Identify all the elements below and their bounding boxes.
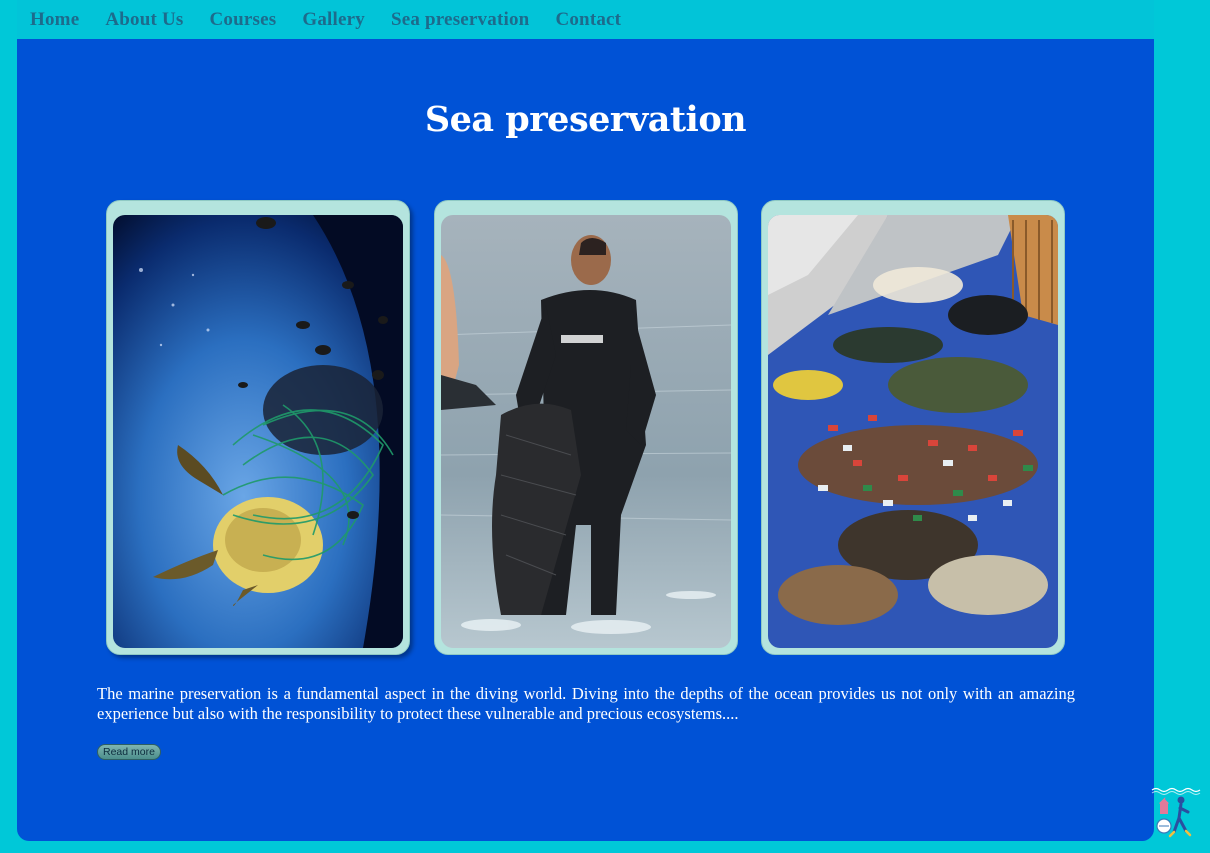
nav-about-us[interactable]: About Us — [105, 9, 183, 31]
preservation-paragraph: The marine preservation is a fundamental… — [97, 684, 1075, 723]
top-nav: Home About Us Courses Gallery Sea preser… — [17, 0, 1154, 39]
page-title: Sea preservation — [424, 99, 747, 140]
diver-photo — [441, 215, 731, 648]
nav-courses[interactable]: Courses — [210, 9, 277, 31]
main-content: Sea preservation The marine preservation… — [17, 39, 1154, 841]
nav-contact[interactable]: Contact — [555, 9, 621, 31]
gallery-card-diver — [434, 200, 738, 655]
read-more-button[interactable]: Read more — [97, 744, 161, 760]
gallery-card-litter — [761, 200, 1065, 655]
gallery-card-turtle — [106, 200, 410, 655]
litter-photo — [768, 215, 1058, 648]
nav-sea-preservation[interactable]: Sea preservation — [391, 9, 529, 31]
scroll-to-top-diver-icon[interactable] — [1150, 786, 1202, 838]
nav-gallery[interactable]: Gallery — [302, 9, 365, 31]
nav-home[interactable]: Home — [30, 9, 79, 31]
turtle-photo — [113, 215, 403, 648]
